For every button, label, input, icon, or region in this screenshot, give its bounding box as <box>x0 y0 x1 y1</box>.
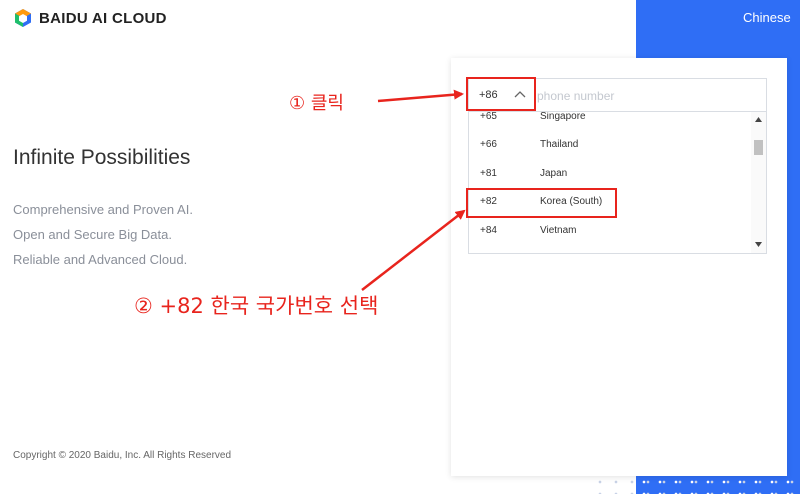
option-code: +65 <box>480 112 497 122</box>
copyright-text: Copyright © 2020 Baidu, Inc. All Rights … <box>13 450 232 461</box>
scroll-up-arrow-icon[interactable] <box>755 117 762 122</box>
annotation-arrow-1 <box>377 89 464 103</box>
country-option-korea-south[interactable]: +82 Korea (South) <box>469 188 751 214</box>
option-code: +84 <box>480 224 497 236</box>
option-name: Singapore <box>540 112 586 122</box>
scroll-down-arrow-icon[interactable] <box>755 242 762 247</box>
baidu-cloud-logo-icon <box>15 9 31 27</box>
country-code-value: +86 <box>479 89 498 101</box>
phone-number-row: +86 <box>468 78 767 112</box>
brand-name: BAIDU AI CLOUD <box>39 9 167 27</box>
tagline-cloud: Reliable and Advanced Cloud. <box>13 252 188 267</box>
dot-pattern-blue <box>636 476 800 494</box>
annotation-arrow-2 <box>361 209 466 291</box>
country-code-dropdown: +65 Singapore +66 Thailand +81 Japan +82… <box>468 112 767 254</box>
option-name: Korea (South) <box>540 195 603 207</box>
scrollbar-thumb[interactable] <box>754 140 763 155</box>
language-switch-link[interactable]: Chinese <box>743 10 791 25</box>
dropdown-scrollbar[interactable] <box>751 112 766 253</box>
tagline-data: Open and Secure Big Data. <box>13 227 172 242</box>
brand-logo[interactable]: BAIDU AI CLOUD <box>13 8 167 28</box>
hero-headline: Infinite Possibilities <box>13 146 191 169</box>
hero-taglines: Comprehensive and Proven AI. Open and Se… <box>13 197 193 272</box>
annotation-step-2: ② +82 한국 국가번호 선택 <box>134 294 379 318</box>
country-option-singapore[interactable]: +65 Singapore <box>469 112 751 129</box>
option-name: Vietnam <box>540 224 577 236</box>
country-code-select[interactable]: +86 <box>469 79 534 111</box>
tagline-ai: Comprehensive and Proven AI. <box>13 202 193 217</box>
country-option-thailand[interactable]: +66 Thailand <box>469 131 751 157</box>
country-option-japan[interactable]: +81 Japan <box>469 160 751 186</box>
country-option-vietnam[interactable]: +84 Vietnam <box>469 217 751 243</box>
option-name: Japan <box>540 167 568 179</box>
annotation-step-1: ① 클릭 <box>289 93 344 114</box>
option-code: +82 <box>480 195 497 207</box>
phone-number-input[interactable] <box>535 83 759 109</box>
option-code: +81 <box>480 167 497 179</box>
option-code: +66 <box>480 138 497 150</box>
option-name: Thailand <box>540 138 579 150</box>
chevron-up-icon <box>514 91 526 98</box>
